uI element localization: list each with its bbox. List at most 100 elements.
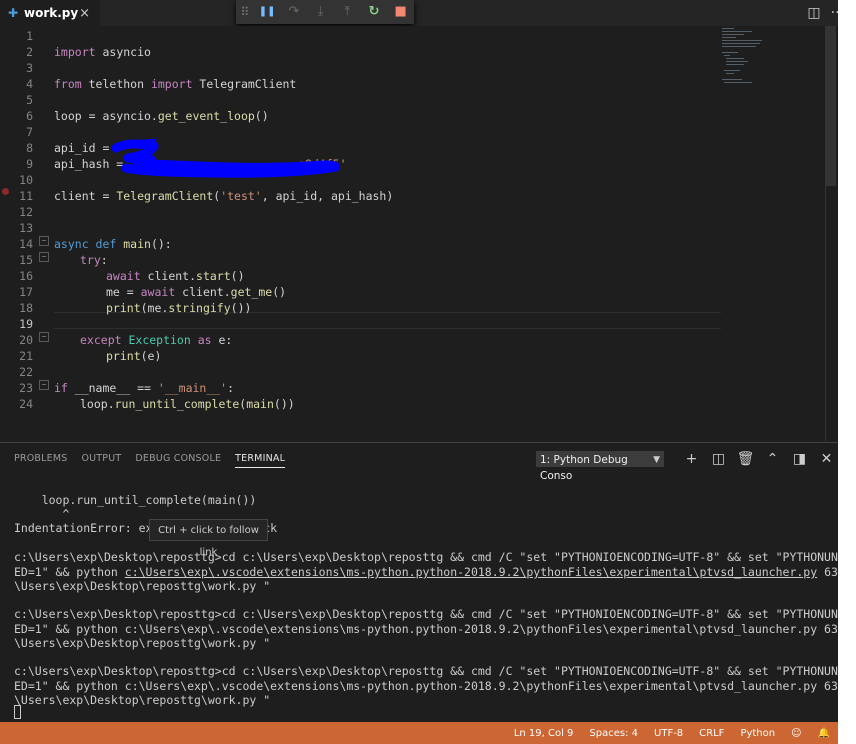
code-line-14: async def main(): (54, 236, 172, 252)
code-token: main (246, 397, 274, 411)
encoding-setting[interactable]: UTF-8 (654, 728, 683, 739)
split-editor-icon[interactable]: ◫ (807, 5, 820, 21)
tab-output[interactable]: OUTPUT (81, 453, 121, 468)
code-token: print (106, 301, 141, 315)
code-token: TelegramClient (116, 189, 214, 203)
close-tab-icon[interactable]: × (79, 6, 90, 21)
line-number: 21 (19, 349, 33, 363)
line-number: 15 (19, 253, 33, 267)
minimap-line (726, 61, 748, 62)
eol-setting[interactable]: CRLF (699, 728, 724, 739)
pause-icon[interactable]: ❚❚ (254, 0, 281, 24)
trash-icon[interactable]: 🗑 (732, 451, 759, 467)
line-number: 22 (19, 365, 33, 379)
fold-collapse-icon[interactable]: − (39, 332, 49, 342)
code-token: client. (140, 269, 197, 283)
editor-scrollbar[interactable] (826, 26, 836, 186)
restart-icon[interactable]: ↻ (361, 0, 388, 24)
indentation-setting[interactable]: Spaces: 4 (589, 728, 638, 739)
code-token: run_until_complete (114, 397, 240, 411)
step-over-icon[interactable]: ↷ (281, 0, 308, 24)
cursor-position[interactable]: Ln 19, Col 9 (514, 728, 574, 739)
minimap-line (724, 70, 740, 71)
code-token: () (254, 109, 269, 123)
bell-icon[interactable]: 🔔 (818, 728, 830, 739)
line-number: 3 (26, 61, 33, 75)
code-token: start (196, 269, 231, 283)
line-number: 24 (19, 397, 33, 411)
line-number: 8 (26, 141, 33, 155)
tab-debug-console[interactable]: DEBUG CONSOLE (135, 453, 221, 468)
terminal-text: IndentationError: exp (14, 521, 160, 535)
code-token: e: (211, 333, 233, 347)
code-token: loop = asyncio. (54, 109, 158, 123)
code-token: get_event_loop (157, 109, 255, 123)
tab-problems[interactable]: PROBLEMS (14, 453, 67, 468)
code-token: except (80, 333, 122, 347)
code-token: ()) (230, 301, 252, 315)
minimap[interactable] (720, 26, 820, 96)
toggle-panel-layout-icon[interactable]: ◨ (786, 451, 813, 467)
code-token: , api_id, api_hash) (261, 189, 394, 203)
line-number: 6 (26, 109, 33, 123)
code-token: print (106, 349, 141, 363)
code-line-24: loop.run_until_complete(main()) (80, 396, 295, 412)
debug-toolbar: ⠿ ❚❚ ↷ ⤓ ⤒ ↻ ■ (236, 0, 414, 24)
breakpoint-icon[interactable] (2, 188, 9, 195)
line-number: 20 (19, 333, 33, 347)
split-terminal-icon[interactable]: ◫ (705, 451, 732, 467)
fold-collapse-icon[interactable]: − (39, 380, 49, 390)
code-token: (): (150, 237, 172, 251)
code-token: stringify (168, 301, 231, 315)
line-number: 19 (19, 317, 33, 331)
maximize-panel-icon[interactable]: ⌃ (759, 451, 786, 467)
code-token: get_me (230, 285, 273, 299)
line-number: 7 (26, 125, 33, 139)
terminal-line: \Users\exp\Desktop\reposttg\work.py " (14, 693, 271, 707)
code-editor[interactable]: 1 2 3 4 5 6 7 8 9 10 11 12 13 14 15 16 1… (0, 26, 836, 442)
minimap-line (726, 64, 744, 65)
fold-collapse-icon[interactable]: − (39, 252, 49, 262)
line-number: 23 (19, 381, 33, 395)
code-token: asyncio (95, 45, 151, 59)
minimap-line (722, 28, 734, 29)
terminal-select-dropdown[interactable]: 1: Python Debug Conso ▼ (536, 451, 664, 482)
add-terminal-icon[interactable]: + (678, 451, 705, 467)
line-number: 13 (19, 221, 33, 235)
terminal-line: c:\Users\exp\Desktop\reposttg>cd c:\User… (14, 550, 856, 564)
terminal-link[interactable]: c:\Users\exp\.vscode\extensions\ms-pytho… (125, 565, 817, 579)
line-number: 10 (19, 173, 33, 187)
stop-icon[interactable]: ■ (387, 0, 414, 24)
line-number: 17 (19, 285, 33, 299)
code-token: from (54, 77, 82, 91)
code-token: () (230, 269, 245, 283)
code-line-20: except Exception as e: (80, 332, 232, 348)
code-token: 'test' (220, 189, 262, 203)
code-token: import (54, 45, 96, 59)
line-number: 2 (26, 45, 33, 59)
step-out-icon[interactable]: ⤒ (334, 0, 361, 24)
line-number: 1 (26, 29, 33, 43)
fold-collapse-icon[interactable]: − (39, 236, 49, 246)
close-panel-icon[interactable]: ✕ (813, 451, 840, 467)
terminal-text: ED=1" && python (14, 565, 125, 579)
step-into-icon[interactable]: ⤓ (307, 0, 334, 24)
smiley-icon[interactable]: ☺ (791, 728, 801, 739)
editor-tab-work-py[interactable]: ✚ work.py × (0, 0, 100, 26)
line-number: 18 (19, 301, 33, 315)
code-line-8: api_id = (54, 140, 116, 156)
code-token: client = (54, 189, 117, 203)
code-token: (e) (140, 349, 162, 363)
tab-label: work.py (24, 6, 79, 20)
terminal-line: c:\Users\exp\Desktop\reposttg>cd c:\User… (14, 607, 856, 621)
line-number: 12 (19, 205, 33, 219)
minimap-line (722, 31, 752, 32)
code-line-23: if __name__ == '__main__': (54, 380, 234, 396)
window-edge (838, 0, 856, 744)
minimap-line (722, 34, 744, 35)
minimap-line (722, 46, 756, 47)
tab-terminal[interactable]: TERMINAL (235, 453, 286, 468)
language-mode[interactable]: Python (740, 728, 775, 739)
code-token: try (80, 253, 101, 267)
drag-handle-icon[interactable]: ⠿ (236, 5, 254, 19)
